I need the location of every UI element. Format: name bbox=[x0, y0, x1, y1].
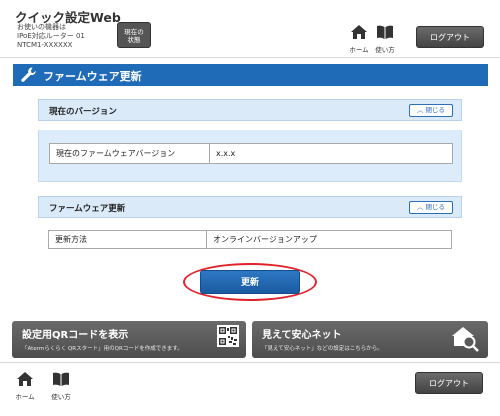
close-button-label: 閉じる bbox=[425, 106, 446, 114]
footer-manual-nav[interactable]: 使い方 bbox=[50, 371, 72, 401]
device-info-line3: NTCM1-XXXXXX bbox=[17, 41, 73, 49]
current-version-panel-title: 現在のバージョン bbox=[49, 107, 117, 117]
wrench-icon bbox=[21, 67, 36, 82]
current-version-panel-body: 現在のファームウェアバージョン x.x.x bbox=[38, 130, 462, 182]
footer-manual-label: 使い方 bbox=[51, 393, 71, 401]
firmware-update-close-button[interactable]: ︿ 閉じる bbox=[409, 201, 453, 214]
footer-home-nav[interactable]: ホーム bbox=[14, 371, 36, 401]
safety-net-banner-desc: 「見えて安心ネット」などの設定はこちらから。 bbox=[262, 346, 383, 352]
section-title-bar: ファームウェア更新 bbox=[13, 64, 488, 86]
qr-code-icon bbox=[217, 325, 239, 347]
home-search-icon bbox=[452, 327, 479, 352]
qr-code-banner[interactable]: 設定用QRコードを表示 「Atermらくらく QRスタート」用のQRコードを作成… bbox=[12, 321, 246, 358]
qr-code-banner-title: 設定用QRコードを表示 bbox=[22, 330, 129, 341]
page-footer: ホーム 使い方 ログアウト bbox=[0, 362, 500, 416]
home-icon bbox=[351, 25, 367, 39]
book-icon bbox=[377, 25, 393, 39]
page-header: クイック設定Web お使いの機器は IPoE対応ルーター 01 NTCM1-XX… bbox=[0, 0, 500, 58]
book-icon bbox=[53, 372, 69, 386]
home-nav-label: ホーム bbox=[349, 46, 369, 54]
safety-net-banner[interactable]: 見えて安心ネット 「見えて安心ネット」などの設定はこちらから。 bbox=[252, 321, 488, 358]
logout-button[interactable]: ログアウト bbox=[416, 26, 484, 48]
home-nav[interactable]: ホーム bbox=[348, 24, 370, 54]
safety-net-banner-title: 見えて安心ネット bbox=[262, 330, 342, 341]
current-version-close-button[interactable]: ︿ 閉じる bbox=[409, 104, 453, 117]
current-firmware-version-label: 現在のファームウェアバージョン bbox=[50, 144, 210, 163]
update-method-value: オンラインバージョンアップ bbox=[213, 235, 317, 244]
home-icon bbox=[17, 372, 33, 386]
firmware-update-panel-title: ファームウェア更新 bbox=[49, 204, 126, 214]
device-info-line1: お使いの機器は bbox=[17, 23, 66, 31]
status-button-line2: 状態 bbox=[127, 36, 141, 44]
status-button-line1: 現在の bbox=[124, 28, 144, 36]
chevron-up-icon: ︿ bbox=[416, 203, 424, 211]
device-info-line2: IPoE対応ルーター 01 bbox=[17, 32, 85, 40]
update-button[interactable]: 更新 bbox=[200, 270, 300, 294]
manual-nav[interactable]: 使い方 bbox=[374, 24, 396, 54]
qr-code-banner-desc: 「Atermらくらく QRスタート」用のQRコードを作成できます。 bbox=[22, 346, 183, 352]
footer-logout-button[interactable]: ログアウト bbox=[415, 372, 483, 394]
current-firmware-version-value: x.x.x bbox=[216, 149, 236, 158]
firmware-update-panel-header: ファームウェア更新 ︿ 閉じる bbox=[38, 196, 462, 218]
footer-home-label: ホーム bbox=[15, 393, 35, 401]
section-title: ファームウェア更新 bbox=[43, 70, 142, 83]
update-method-row: 更新方法 オンラインバージョンアップ bbox=[48, 230, 452, 249]
current-firmware-version-row: 現在のファームウェアバージョン x.x.x bbox=[49, 143, 453, 164]
update-method-label: 更新方法 bbox=[49, 231, 207, 248]
current-version-panel-header: 現在のバージョン ︿ 閉じる bbox=[38, 99, 462, 121]
current-status-button[interactable]: 現在の 状態 bbox=[117, 22, 151, 48]
close-button-label: 閉じる bbox=[425, 203, 446, 211]
chevron-up-icon: ︿ bbox=[416, 106, 424, 114]
device-info: お使いの機器は IPoE対応ルーター 01 NTCM1-XXXXXX bbox=[17, 23, 85, 50]
manual-nav-label: 使い方 bbox=[375, 46, 395, 54]
